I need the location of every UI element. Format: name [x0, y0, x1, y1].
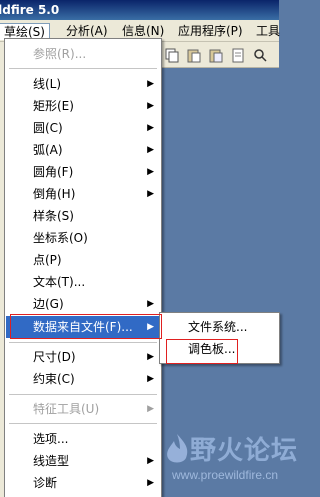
menu-item-label: 线造型 — [33, 454, 70, 468]
window-title: ildfire 5.0 — [0, 3, 60, 17]
menu-item-circle[interactable]: 圆(C) ▶ — [6, 117, 160, 139]
menu-item-line-style[interactable]: 线造型 ▶ — [6, 450, 160, 472]
menu-item-label: 选项... — [33, 432, 69, 446]
menu-item-text[interactable]: 文本(T)... — [6, 271, 160, 293]
menu-item-label: 参照(R)... — [33, 47, 87, 61]
submenu-arrow-icon: ▶ — [147, 167, 154, 177]
menu-item-spline[interactable]: 样条(S) — [6, 205, 160, 227]
watermark: 野火论坛 www.proewildfire.cn — [150, 430, 297, 497]
menu-item-label: 矩形(E) — [33, 99, 74, 113]
submenu-item-file-system[interactable]: 文件系统... — [161, 316, 278, 338]
menu-item-label: 尺寸(D) — [33, 350, 76, 364]
menu-item-dimension[interactable]: 尺寸(D) ▶ — [6, 346, 160, 368]
menu-item-label: 弧(A) — [33, 143, 63, 157]
regenerate-icon[interactable] — [230, 47, 246, 63]
menu-separator — [9, 342, 157, 343]
watermark-url: www.proewildfire.cn — [172, 468, 279, 482]
menu-separator — [9, 423, 157, 424]
menu-item-label: 约束(C) — [33, 372, 75, 386]
menu-separator — [9, 68, 157, 69]
window-title-bar: ildfire 5.0 — [0, 0, 279, 20]
menu-item-label: 诊断 — [33, 476, 58, 490]
toolbar — [160, 42, 279, 68]
paste-icon[interactable] — [186, 47, 202, 63]
menu-item-coordinate-system[interactable]: 坐标系(O) — [6, 227, 160, 249]
menu-tools[interactable]: 工具 — [252, 23, 284, 40]
menu-applications[interactable]: 应用程序(P) — [174, 23, 247, 40]
submenu-arrow-icon: ▶ — [147, 189, 154, 199]
menu-item-line[interactable]: 线(L) ▶ — [6, 73, 160, 95]
submenu-arrow-icon: ▶ — [147, 101, 154, 111]
annotation-box-data-from-file — [10, 314, 162, 339]
menu-item-label: 倒角(H) — [33, 187, 76, 201]
sketch-dropdown-menu: 参照(R)... 线(L) ▶ 矩形(E) ▶ 圆(C) ▶ 弧(A) ▶ 圆角(F) ▶… — [4, 38, 162, 497]
menu-item-references: 参照(R)... — [6, 43, 160, 65]
menu-item-label: 坐标系(O) — [33, 231, 88, 245]
menu-item-label: 圆(C) — [33, 121, 63, 135]
menu-item-edge[interactable]: 边(G) ▶ — [6, 293, 160, 315]
menu-item-options[interactable]: 选项... — [6, 428, 160, 450]
menu-item-label: 文件系统... — [188, 320, 248, 334]
menu-item-fillet[interactable]: 圆角(F) ▶ — [6, 161, 160, 183]
submenu-arrow-icon: ▶ — [147, 123, 154, 133]
watermark-title: 野火论坛 — [190, 436, 299, 466]
menu-item-arc[interactable]: 弧(A) ▶ — [6, 139, 160, 161]
submenu-arrow-icon: ▶ — [147, 79, 154, 89]
submenu-arrow-icon: ▶ — [147, 404, 154, 414]
menu-item-label: 特征工具(U) — [33, 402, 100, 416]
submenu-arrow-icon: ▶ — [147, 299, 154, 309]
menu-item-feature-tools: 特征工具(U) ▶ — [6, 398, 160, 420]
menu-item-constrain[interactable]: 约束(C) ▶ — [6, 368, 160, 390]
annotation-box-palette — [166, 339, 238, 364]
menu-item-label: 样条(S) — [33, 209, 74, 223]
menu-item-label: 文本(T)... — [33, 275, 86, 289]
menu-item-point[interactable]: 点(P) — [6, 249, 160, 271]
submenu-arrow-icon: ▶ — [147, 145, 154, 155]
forum-logo-icon — [167, 434, 188, 463]
submenu-arrow-icon: ▶ — [147, 374, 154, 384]
menu-item-label: 线(L) — [33, 77, 62, 91]
menu-item-diagnostics[interactable]: 诊断 ▶ — [6, 472, 160, 494]
menu-item-chamfer[interactable]: 倒角(H) ▶ — [6, 183, 160, 205]
menu-item-label: 边(G) — [33, 297, 64, 311]
find-icon[interactable] — [252, 47, 268, 63]
menu-item-label: 圆角(F) — [33, 165, 74, 179]
menu-item-rectangle[interactable]: 矩形(E) ▶ — [6, 95, 160, 117]
submenu-arrow-icon: ▶ — [147, 352, 154, 362]
paste-special-icon[interactable] — [208, 47, 224, 63]
menu-separator — [9, 394, 157, 395]
copy-icon[interactable] — [164, 47, 180, 63]
menu-item-label: 点(P) — [33, 253, 62, 267]
